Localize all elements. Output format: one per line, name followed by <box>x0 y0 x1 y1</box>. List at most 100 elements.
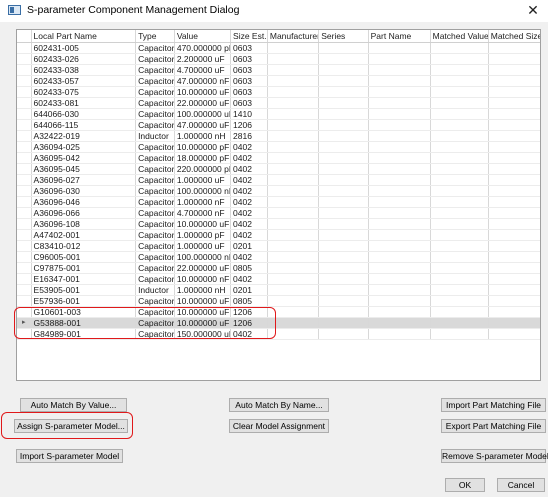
cell-part-name[interactable] <box>369 65 431 75</box>
table-row[interactable]: C96005-001 Capacitor 100.000000 nF 0402 <box>17 252 540 263</box>
cell-part-name[interactable] <box>369 175 431 185</box>
cell-part-name[interactable] <box>369 87 431 97</box>
cell-manufacturer[interactable] <box>268 76 320 86</box>
cell-part-name[interactable] <box>369 318 431 328</box>
cell-size-est[interactable]: 0402 <box>231 186 268 196</box>
table-row[interactable]: A36096-066 Capacitor 4.700000 nF 0402 <box>17 208 540 219</box>
cell-manufacturer[interactable] <box>268 43 320 53</box>
cell-local-part-name[interactable]: A36096-027 <box>32 175 137 185</box>
cell-part-name[interactable] <box>369 274 431 284</box>
cell-part-name[interactable] <box>369 285 431 295</box>
row-selector[interactable] <box>17 274 32 284</box>
cell-local-part-name[interactable]: A32422-019 <box>32 131 137 141</box>
column-header-size-est[interactable]: Size Est. <box>231 30 268 42</box>
cell-value[interactable]: 10.000000 uF <box>175 296 232 306</box>
cell-value[interactable]: 47.000000 nF <box>175 76 232 86</box>
cell-local-part-name[interactable]: A36095-045 <box>32 164 137 174</box>
cell-matched-size[interactable] <box>489 274 540 284</box>
row-selector[interactable] <box>17 241 32 251</box>
table-row[interactable]: E53905-001 Inductor 1.000000 nH 0201 <box>17 285 540 296</box>
cell-matched-size[interactable] <box>489 318 540 328</box>
cell-series[interactable] <box>319 296 369 306</box>
row-selector[interactable] <box>17 252 32 262</box>
row-selector[interactable] <box>17 175 32 185</box>
cell-value[interactable]: 1.000000 nH <box>175 285 232 295</box>
cell-local-part-name[interactable]: C97875-001 <box>32 263 137 273</box>
cell-size-est[interactable]: 0603 <box>231 98 268 108</box>
cell-matched-value[interactable] <box>431 230 489 240</box>
cell-matched-value[interactable] <box>431 263 489 273</box>
cell-manufacturer[interactable] <box>268 285 320 295</box>
cell-series[interactable] <box>319 197 369 207</box>
cell-matched-value[interactable] <box>431 285 489 295</box>
row-selector[interactable] <box>17 43 32 53</box>
cell-series[interactable] <box>319 175 369 185</box>
cell-local-part-name[interactable]: A36096-030 <box>32 186 137 196</box>
cell-manufacturer[interactable] <box>268 164 320 174</box>
cell-manufacturer[interactable] <box>268 54 320 64</box>
cell-part-name[interactable] <box>369 230 431 240</box>
clear-model-assignment-button[interactable]: Clear Model Assignment <box>229 419 329 433</box>
cell-matched-size[interactable] <box>489 307 540 317</box>
cell-matched-size[interactable] <box>489 120 540 130</box>
cell-part-name[interactable] <box>369 76 431 86</box>
cell-part-name[interactable] <box>369 98 431 108</box>
row-selector[interactable] <box>17 296 32 306</box>
cell-matched-size[interactable] <box>489 76 540 86</box>
table-row[interactable]: E57936-001 Capacitor 10.000000 uF 0805 <box>17 296 540 307</box>
cell-value[interactable]: 4.700000 uF <box>175 65 232 75</box>
cell-matched-size[interactable] <box>489 65 540 75</box>
cell-series[interactable] <box>319 142 369 152</box>
cell-series[interactable] <box>319 186 369 196</box>
row-selector[interactable] <box>17 285 32 295</box>
cell-series[interactable] <box>319 54 369 64</box>
table-row[interactable]: A36095-042 Capacitor 18.000000 pF 0402 <box>17 153 540 164</box>
cell-matched-size[interactable] <box>489 153 540 163</box>
table-row[interactable]: A36096-027 Capacitor 1.000000 uF 0402 <box>17 175 540 186</box>
cell-manufacturer[interactable] <box>268 109 320 119</box>
column-header-type[interactable]: Type <box>136 30 175 42</box>
cell-manufacturer[interactable] <box>268 153 320 163</box>
cell-matched-value[interactable] <box>431 307 489 317</box>
column-header-local-part-name[interactable]: Local Part Name <box>32 30 137 42</box>
cell-manufacturer[interactable] <box>268 65 320 75</box>
cell-part-name[interactable] <box>369 241 431 251</box>
cell-type[interactable]: Capacitor <box>136 197 175 207</box>
cell-local-part-name[interactable]: 602433-057 <box>32 76 137 86</box>
cell-part-name[interactable] <box>369 54 431 64</box>
cell-local-part-name[interactable]: A36095-042 <box>32 153 137 163</box>
cell-type[interactable]: Capacitor <box>136 98 175 108</box>
table-row[interactable]: C83410-012 Capacitor 1.000000 uF 0201 <box>17 241 540 252</box>
cell-manufacturer[interactable] <box>268 98 320 108</box>
cell-series[interactable] <box>319 43 369 53</box>
cell-matched-value[interactable] <box>431 164 489 174</box>
table-row[interactable]: 602433-038 Capacitor 4.700000 uF 0603 <box>17 65 540 76</box>
cell-series[interactable] <box>319 65 369 75</box>
cell-part-name[interactable] <box>369 219 431 229</box>
cell-matched-value[interactable] <box>431 153 489 163</box>
cell-part-name[interactable] <box>369 142 431 152</box>
table-row[interactable]: A47402-001 Capacitor 1.000000 pF 0402 <box>17 230 540 241</box>
cell-value[interactable]: 1.000000 pF <box>175 230 232 240</box>
cell-type[interactable]: Capacitor <box>136 219 175 229</box>
cell-value[interactable]: 220.000000 pF <box>175 164 232 174</box>
cell-part-name[interactable] <box>369 263 431 273</box>
table-row[interactable]: 602431-005 Capacitor 470.000000 pF 0603 <box>17 43 540 54</box>
row-selector[interactable] <box>17 76 32 86</box>
cell-local-part-name[interactable]: A47402-001 <box>32 230 137 240</box>
table-row[interactable]: 644066-115 Capacitor 47.000000 uF 1206 <box>17 120 540 131</box>
cell-part-name[interactable] <box>369 197 431 207</box>
cell-matched-value[interactable] <box>431 186 489 196</box>
cell-matched-size[interactable] <box>489 285 540 295</box>
cell-local-part-name[interactable]: C83410-012 <box>32 241 137 251</box>
cell-series[interactable] <box>319 285 369 295</box>
cell-value[interactable]: 10.000000 nF <box>175 274 232 284</box>
row-selector[interactable] <box>17 186 32 196</box>
cell-value[interactable]: 47.000000 uF <box>175 120 232 130</box>
table-row[interactable]: 602433-057 Capacitor 47.000000 nF 0603 <box>17 76 540 87</box>
cell-size-est[interactable]: 2816 <box>231 131 268 141</box>
cell-matched-value[interactable] <box>431 87 489 97</box>
cell-type[interactable]: Inductor <box>136 285 175 295</box>
cell-part-name[interactable] <box>369 131 431 141</box>
cell-matched-size[interactable] <box>489 197 540 207</box>
